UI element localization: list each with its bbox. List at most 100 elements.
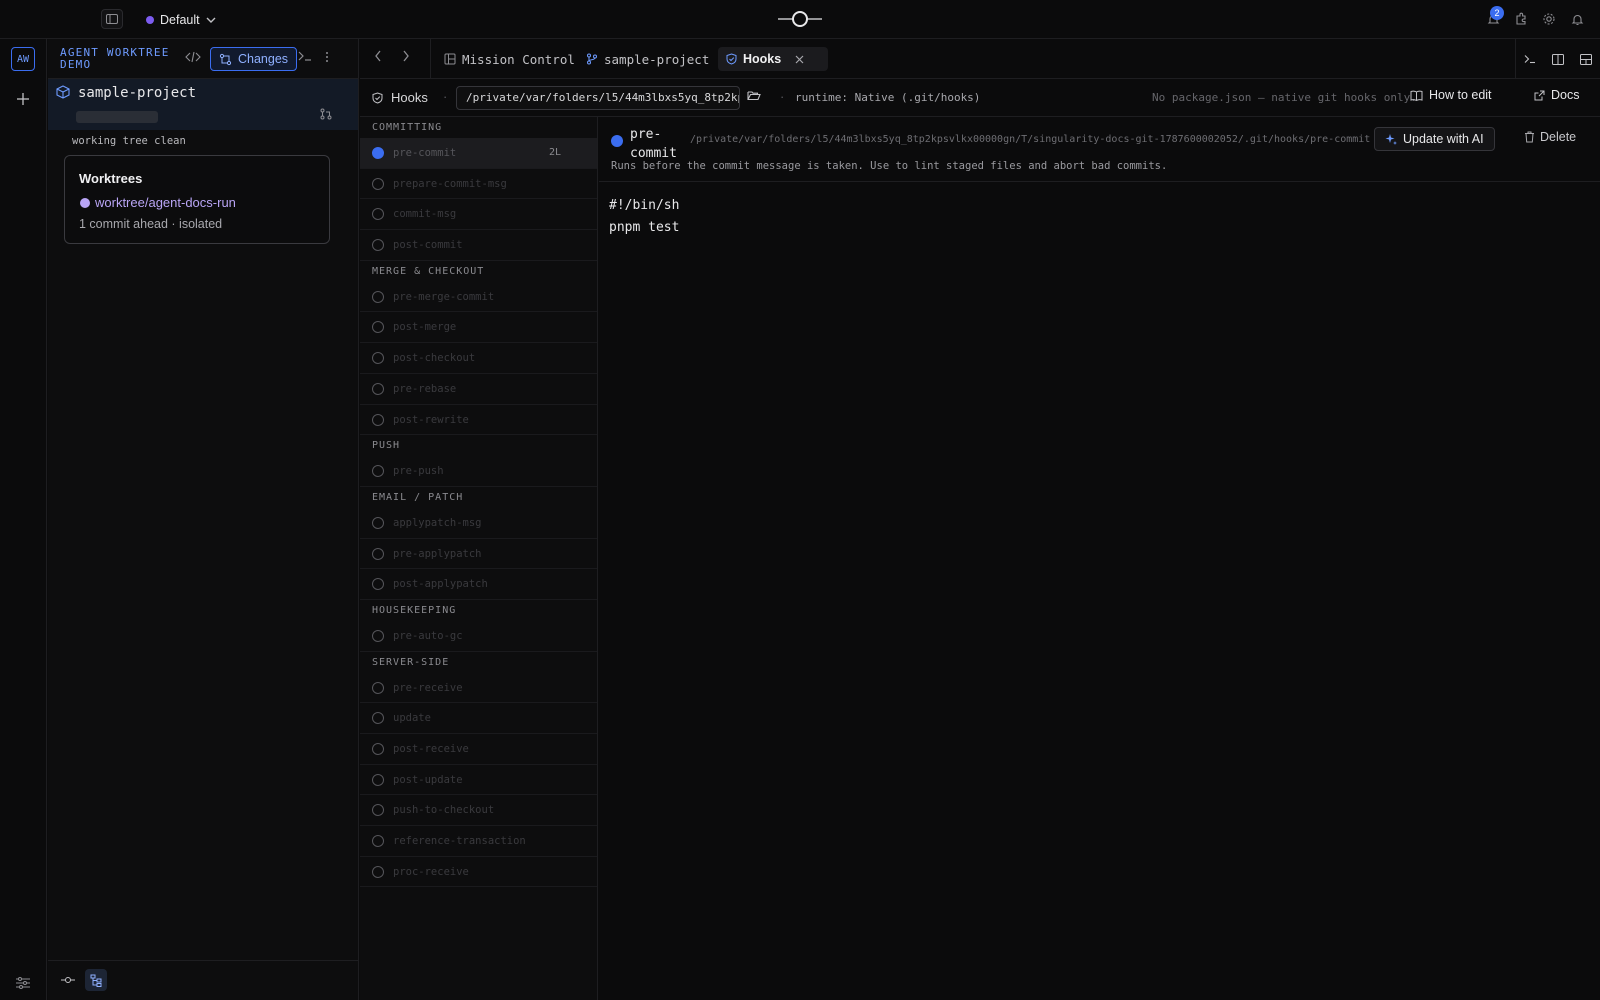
separator: ·: [443, 89, 448, 104]
hook-row-pre-merge-commit[interactable]: pre-merge-commit: [360, 282, 597, 313]
split-rows-icon[interactable]: [1572, 39, 1600, 79]
notifications-bell-icon[interactable]: 2: [1484, 6, 1504, 29]
pull-request-icon[interactable]: [320, 108, 332, 120]
changes-label: Changes: [238, 52, 289, 66]
cube-icon: [56, 85, 70, 99]
hook-row-post-applypatch[interactable]: post-applypatch: [360, 569, 597, 600]
workspace-avatar[interactable]: AW: [11, 47, 35, 71]
app-logo-icon: [778, 9, 822, 29]
shield-icon: [726, 53, 737, 65]
hook-editor-header: pre-commit /private/var/folders/l5/44m3l…: [599, 117, 1600, 182]
terminal-icon[interactable]: [298, 50, 312, 62]
hook-radio: [372, 177, 384, 190]
gear-icon[interactable]: [1540, 9, 1558, 29]
sidebar-toggle-button[interactable]: [101, 9, 123, 29]
hook-row-applypatch-msg[interactable]: applypatch-msg: [360, 508, 597, 539]
hook-row-pre-commit[interactable]: pre-commit 2L: [360, 138, 597, 169]
hook-row-proc-receive[interactable]: proc-receive: [360, 857, 597, 888]
hook-radio: [372, 547, 384, 560]
chevron-down-icon: [206, 17, 216, 23]
project-group-title: AGENT WORKTREE DEMO: [60, 46, 170, 71]
hook-code-editor[interactable]: #!/bin/sh pnpm test: [609, 195, 679, 239]
workspace-color-dot: [146, 16, 154, 24]
chevron-right-icon[interactable]: [402, 50, 410, 62]
how-to-edit-label: How to edit: [1429, 88, 1492, 102]
hook-row-pre-rebase[interactable]: pre-rebase: [360, 374, 597, 405]
project-row[interactable]: sample-project: [48, 79, 358, 130]
terminal-icon[interactable]: [1516, 39, 1544, 79]
folder-open-icon[interactable]: [747, 90, 761, 101]
split-columns-icon[interactable]: [1544, 39, 1572, 79]
hook-radio: [372, 681, 384, 694]
project-progress-placeholder: [76, 111, 158, 123]
hook-row-name: pre-auto-gc: [393, 629, 463, 642]
bell-icon[interactable]: [1568, 9, 1586, 29]
hook-name: pre-commit: [630, 127, 677, 161]
project-sidebar-footer: [48, 960, 359, 1000]
hook-row-post-update[interactable]: post-update: [360, 765, 597, 796]
runtime-label: runtime: Native (.git/hooks): [795, 91, 981, 104]
tab-mission-control[interactable]: Mission Control: [436, 47, 583, 71]
update-with-ai-label: Update with AI: [1403, 132, 1484, 146]
separator: ·: [780, 89, 785, 104]
worktrees-card: Worktrees worktree/agent-docs-run 1 comm…: [64, 155, 330, 244]
hook-row-post-commit[interactable]: post-commit: [360, 230, 597, 261]
hook-row-post-rewrite[interactable]: post-rewrite: [360, 405, 597, 436]
code-icon[interactable]: [185, 50, 201, 64]
hook-row-post-merge[interactable]: post-merge: [360, 312, 597, 344]
commit-icon[interactable]: [57, 969, 79, 991]
more-vertical-icon[interactable]: [325, 50, 329, 64]
hook-row-push-to-checkout[interactable]: push-to-checkout: [360, 795, 597, 827]
chevron-left-icon[interactable]: [374, 50, 382, 62]
update-with-ai-button[interactable]: Update with AI: [1374, 127, 1495, 151]
hook-row-update[interactable]: update: [360, 703, 597, 734]
hook-row-name: pre-rebase: [393, 382, 457, 395]
hook-row-pre-auto-gc[interactable]: pre-auto-gc: [360, 621, 597, 652]
hook-row-prepare-commit-msg[interactable]: prepare-commit-msg: [360, 169, 597, 200]
hook-row-name: applypatch-msg: [393, 516, 482, 529]
delete-hook-button[interactable]: Delete: [1524, 130, 1576, 144]
tree-structure-icon[interactable]: [85, 969, 107, 991]
hook-radio: [372, 865, 384, 878]
hook-row-post-checkout[interactable]: post-checkout: [360, 343, 597, 374]
package-notice: No package.json — native git hooks only.: [1152, 91, 1417, 104]
extensions-puzzle-icon[interactable]: [1512, 9, 1530, 29]
sidebar-icon: [106, 14, 118, 24]
hook-radio: [372, 712, 384, 725]
sliders-icon[interactable]: [15, 976, 31, 990]
tab-sample-project[interactable]: sample-project: [578, 47, 717, 71]
trash-icon: [1524, 131, 1535, 143]
changes-button[interactable]: Changes: [210, 47, 298, 71]
hook-radio: [372, 773, 384, 786]
hook-row-post-receive[interactable]: post-receive: [360, 734, 597, 765]
tab-label: Hooks: [743, 52, 782, 66]
hook-list: COMMITTING pre-commit 2L prepare-commit-msg…: [360, 117, 598, 1000]
tab-hooks[interactable]: Hooks: [718, 47, 828, 71]
hook-radio: [372, 516, 384, 529]
hook-row-commit-msg[interactable]: commit-msg: [360, 199, 597, 231]
hooks-path-field[interactable]: /private/var/folders/l5/44m3lbxs5yq_8tp2…: [456, 86, 740, 110]
tab-label: Mission Control: [462, 51, 575, 67]
branch-icon: [586, 53, 598, 65]
hooks-heading: Hooks: [372, 90, 428, 105]
docs-button[interactable]: Docs: [1534, 88, 1579, 102]
hook-group-label: SERVER-SIDE: [372, 656, 450, 668]
hook-radio: [372, 147, 384, 159]
hook-radio: [372, 804, 384, 817]
hook-row-name: post-receive: [393, 743, 469, 755]
tab-bar: Mission Control sample-project Hooks: [360, 39, 1600, 79]
hook-row-reference-transaction[interactable]: reference-transaction: [360, 826, 597, 857]
hook-row-pre-receive[interactable]: pre-receive: [360, 673, 597, 704]
how-to-edit-button[interactable]: How to edit: [1410, 88, 1492, 102]
hook-row-pre-applypatch[interactable]: pre-applypatch: [360, 539, 597, 570]
close-icon[interactable]: [795, 55, 804, 64]
worktree-branch-link[interactable]: worktree/agent-docs-run: [95, 195, 236, 210]
add-workspace-plus-icon[interactable]: [14, 90, 32, 108]
hook-row-name: pre-merge-commit: [393, 290, 495, 303]
workspace-switcher[interactable]: Default: [146, 10, 216, 30]
hook-group-label: PUSH: [372, 440, 401, 452]
worktree-status-dot: [80, 198, 90, 208]
hook-row-name: post-rewrite: [393, 413, 469, 426]
hook-row-pre-push[interactable]: pre-push: [360, 456, 597, 487]
hook-status-dot: [611, 135, 623, 147]
